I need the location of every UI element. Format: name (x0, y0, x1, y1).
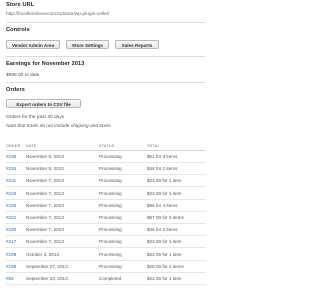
order-date: September 27, 2013 (26, 263, 68, 269)
orders-heading: Orders (6, 87, 25, 93)
order-status: Processing (99, 190, 122, 196)
order-status: Processing (99, 215, 122, 220)
order-date: November 7, 2013 (26, 239, 64, 245)
column-header-order: ORDER (6, 144, 21, 148)
table-row: #198 October 3, 2013 Processing $22.00 for … (6, 249, 206, 261)
column-header-date: DATE (26, 144, 37, 148)
order-status: Processing (99, 166, 122, 172)
order-status: Processing (99, 202, 122, 208)
table-row: #82 September 23, 2013 Completed $22.00 for… (6, 273, 206, 285)
table-row: #231 November 7, 2013 Processing $22.00 for… (6, 175, 206, 188)
order-date: November 7, 2013 (26, 202, 64, 208)
row-divider (6, 284, 206, 285)
table-row: #234 November 8, 2013 Processing $46 for 2 … (6, 163, 206, 176)
order-status: Processing (99, 178, 122, 184)
order-status: Processing (99, 263, 122, 269)
order-date: November 8, 2013 (26, 154, 64, 159)
order-link[interactable]: #238 (6, 154, 16, 159)
table-row: #220 November 7, 2013 Processing $46 for 2 … (6, 224, 206, 237)
divider (6, 56, 205, 57)
order-link[interactable]: #222 (6, 215, 16, 220)
vendor-admin-area-button[interactable]: Vendor Admin Area (6, 40, 60, 49)
order-link[interactable]: #82 (6, 276, 14, 281)
order-link[interactable]: #198 (6, 252, 16, 257)
table-row: #168 September 27, 2013 Processing $28.00 f… (6, 261, 206, 273)
divider (6, 82, 205, 83)
order-date: November 7, 2013 (26, 178, 64, 184)
table-row: #222 November 7, 2013 Processing $67.00 for… (6, 212, 206, 224)
divider (6, 22, 205, 23)
order-total: $46 for 2 items (147, 227, 178, 233)
order-total: $22.00 for 1 item (147, 239, 182, 245)
table-row: #228 November 7, 2013 Processing $22.00 for… (6, 188, 206, 200)
order-status: Processing (99, 154, 122, 159)
order-status: Completed (99, 276, 122, 281)
order-link[interactable]: #226 (6, 203, 16, 208)
order-date: November 7, 2013 (26, 227, 64, 233)
order-total: $22.00 for 1 item (147, 190, 182, 196)
column-header-total: TOTAL (147, 144, 160, 148)
store-url-heading: Store URL (6, 2, 35, 8)
order-total: $22.00 for 1 item (147, 178, 182, 184)
store-url-value[interactable]: http://localhost/woocom21/store/wp-plugi… (6, 12, 110, 17)
order-link[interactable]: #234 (6, 166, 16, 171)
table-row: #217 November 7, 2013 Processing $22.00 for… (6, 236, 206, 249)
order-link[interactable]: #228 (6, 191, 16, 196)
order-status: Processing (99, 251, 122, 257)
order-date: November 8, 2013 (26, 166, 64, 172)
order-total: $28.00 for 3 items (147, 263, 184, 269)
order-status: Processing (99, 239, 122, 245)
controls-heading: Controls (6, 27, 30, 33)
earnings-heading: Earnings for November 2013 (6, 61, 85, 67)
order-date: November 7, 2013 (26, 215, 64, 220)
order-date: September 23, 2013 (26, 276, 68, 281)
order-link[interactable]: #217 (6, 239, 16, 244)
order-total: $51 for 3 items (147, 154, 178, 159)
order-link[interactable]: #220 (6, 227, 16, 232)
table-row: #238 November 8, 2013 Processing $51 for 3 … (6, 151, 206, 163)
order-link[interactable]: #231 (6, 178, 16, 183)
order-date: October 3, 2013 (26, 251, 59, 257)
earnings-value: $898.00 to date (6, 73, 40, 78)
order-total: $67.00 for 3 items (147, 215, 184, 220)
order-total: $22.00 for 1 item (147, 251, 182, 257)
order-total: $46 for 2 items (147, 166, 178, 172)
order-date: November 7, 2013 (26, 190, 64, 196)
orders-note: Note that totals do not include shipping… (6, 124, 111, 129)
order-total: $22.00 for 1 item (147, 276, 182, 281)
export-csv-button[interactable]: Export orders to CSV file (6, 99, 81, 108)
order-link[interactable]: #168 (6, 264, 16, 269)
sales-reports-button[interactable]: Sales Reports (115, 40, 159, 49)
table-row: #226 November 7, 2013 Processing $66 for 4 … (6, 200, 206, 212)
order-total: $66 for 4 items (147, 202, 178, 208)
orders-summary: Orders for the past 30 days (6, 115, 65, 120)
order-status: Processing (99, 227, 122, 233)
store-settings-button[interactable]: Store Settings (66, 40, 109, 49)
column-header-status: STATUS (99, 144, 115, 148)
